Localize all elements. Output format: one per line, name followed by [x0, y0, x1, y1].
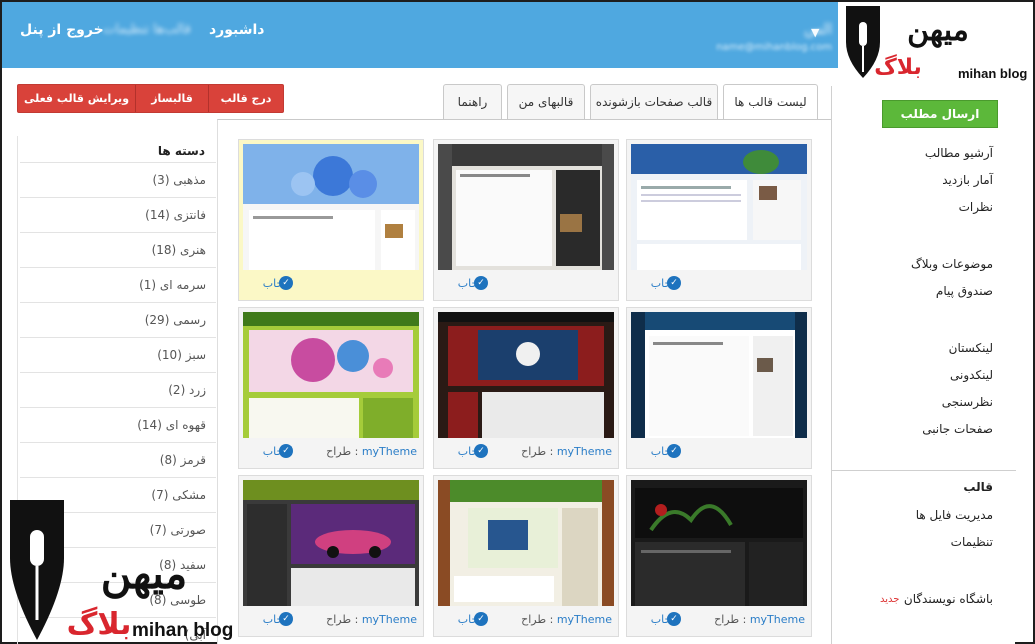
template-card[interactable]: انتخاب ✓ طراح : myTheme [433, 307, 619, 469]
designer-name[interactable]: myTheme [362, 613, 417, 626]
user-name[interactable]: الس [772, 20, 832, 38]
tab-help[interactable]: راهنما [443, 84, 502, 120]
template-card[interactable]: انتخاب ✓ طراح : myTheme [238, 475, 424, 637]
designer-label: طراح : [521, 445, 554, 458]
nav-blurred-links[interactable]: قالب‌ها تنظیمات [97, 22, 197, 37]
category-item[interactable]: (سرمه ای (1 [20, 267, 216, 302]
template-card[interactable]: انتخاب ✓ [433, 139, 619, 301]
right-sidebar: ارسال مطلب آرشیو مطالب آمار بازدید نظرات… [831, 86, 1016, 644]
check-icon: ✓ [474, 612, 488, 626]
designer-label: طراح : [521, 613, 554, 626]
template-thumbnail[interactable] [243, 480, 419, 606]
designer-credit: طراح : myTheme [326, 445, 417, 458]
template-thumbnail[interactable] [631, 480, 807, 606]
logout-link[interactable]: خروج از پنل [20, 22, 104, 38]
template-card[interactable]: انتخاب ✓ [626, 139, 812, 301]
nav-dashboard[interactable]: داشبورد [209, 22, 265, 38]
divider [208, 85, 209, 112]
insert-template-button[interactable]: درج قالب [209, 85, 283, 112]
check-icon: ✓ [474, 444, 488, 458]
logo-text-en: mihan blog [958, 66, 1027, 81]
category-item[interactable]: (سبز (10 [20, 337, 216, 372]
sidebar-item-stats[interactable]: آمار بازدید [942, 173, 993, 187]
tab-popup-templates[interactable]: قالب صفحات بازشونده [590, 84, 718, 120]
designer-label: طراح : [714, 613, 747, 626]
check-icon: ✓ [474, 276, 488, 290]
sidebar-item-archive[interactable]: آرشیو مطالب [925, 146, 993, 160]
divider [135, 85, 136, 112]
sidebar-item-files[interactable]: مدیریت فایل ها [916, 508, 993, 522]
category-item[interactable]: (مذهبی (3 [20, 162, 216, 197]
template-card[interactable]: انتخاب ✓ طراح : myTheme [626, 475, 812, 637]
template-card-selected[interactable]: انتخاب ✓ [238, 139, 424, 301]
sidebar-item-comments[interactable]: نظرات [959, 200, 993, 214]
category-item[interactable]: (قرمز (8 [20, 442, 216, 477]
template-card[interactable]: انتخاب ✓ طراح : myTheme [433, 475, 619, 637]
check-icon: ✓ [279, 444, 293, 458]
category-item[interactable]: (رسمی (29 [20, 302, 216, 337]
designer-credit: طراح : myTheme [326, 613, 417, 626]
template-thumbnail[interactable] [438, 312, 614, 438]
sidebar-item-topics[interactable]: موضوعات وبلاگ [911, 257, 993, 271]
logo-text-fa-red: بلاگ [67, 606, 132, 642]
new-badge: جدید [880, 594, 900, 605]
designer-credit: طراح : myTheme [521, 613, 612, 626]
tab-template-list[interactable]: لیست قالب ها [723, 84, 818, 121]
logo-text-en: mihan blog [132, 620, 233, 641]
sidebar-item-inbox[interactable]: صندوق پیام [936, 284, 993, 298]
designer-label: طراح : [326, 445, 359, 458]
category-item[interactable]: (زرد (2 [20, 372, 216, 407]
template-actions: درج قالب قالبساز ویرایش قالب فعلی [17, 84, 284, 113]
designer-label: طراح : [326, 613, 359, 626]
template-card[interactable]: انتخاب ✓ طراح : myTheme [238, 307, 424, 469]
check-icon: ✓ [667, 612, 681, 626]
send-post-button[interactable]: ارسال مطلب [882, 100, 998, 128]
check-icon: ✓ [279, 276, 293, 290]
designer-credit: طراح : myTheme [714, 613, 805, 626]
mihanblog-watermark: میهن بلاگ mihan blog [4, 500, 234, 644]
mihanblog-logo[interactable]: میهن بلاگ mihan blog [838, 2, 1033, 86]
template-builder-button[interactable]: قالبساز [136, 85, 208, 112]
edit-current-template-button[interactable]: ویرایش قالب فعلی [18, 85, 135, 112]
categories-title: دسته ها [157, 144, 205, 158]
template-thumbnail[interactable] [438, 144, 614, 270]
sidebar-item-linkstan[interactable]: لینکستان [949, 341, 993, 355]
sidebar-section-template: قالب [963, 480, 993, 494]
template-gallery: انتخاب ✓ انتخاب ✓ انتخاب ✓ انتخاب ✓ انتخ… [217, 119, 831, 644]
designer-credit: طراح : myTheme [521, 445, 612, 458]
sidebar-item-poll[interactable]: نظرسنجی [942, 395, 993, 409]
template-thumbnail[interactable] [438, 480, 614, 606]
sidebar-item-writers-club[interactable]: باشگاه نویسندگان [904, 592, 993, 606]
category-item[interactable]: (هنری (18 [20, 232, 216, 267]
designer-name[interactable]: myTheme [362, 445, 417, 458]
designer-name[interactable]: myTheme [557, 613, 612, 626]
logo-text-fa: میهن [907, 13, 969, 48]
template-thumbnail[interactable] [631, 312, 807, 438]
logo-text-fa-red: بلاگ [874, 54, 922, 80]
sidebar-item-linkdoni[interactable]: لینکدونی [950, 368, 993, 382]
check-icon: ✓ [279, 612, 293, 626]
user-email: name@mihanblog.com [716, 42, 832, 53]
template-card[interactable]: انتخاب ✓ [626, 307, 812, 469]
template-tabs: لیست قالب ها قالب صفحات بازشونده قالبهای… [443, 84, 819, 121]
logo-text-fa: میهن [101, 549, 188, 599]
sidebar-divider [832, 470, 1016, 471]
designer-name[interactable]: myTheme [750, 613, 805, 626]
category-item[interactable]: (قهوه ای (14 [20, 407, 216, 442]
sidebar-item-pages[interactable]: صفحات جانبی [922, 422, 993, 436]
template-thumbnail[interactable] [243, 312, 419, 438]
check-icon: ✓ [667, 444, 681, 458]
designer-name[interactable]: myTheme [557, 445, 612, 458]
sidebar-item-settings[interactable]: تنظیمات [951, 535, 993, 549]
category-item[interactable]: (فانتزی (14 [20, 197, 216, 232]
pen-nib-icon [10, 500, 64, 640]
tab-my-templates[interactable]: قالبهای من [507, 84, 585, 120]
check-icon: ✓ [667, 276, 681, 290]
template-thumbnail[interactable] [631, 144, 807, 270]
template-thumbnail[interactable] [243, 144, 419, 270]
